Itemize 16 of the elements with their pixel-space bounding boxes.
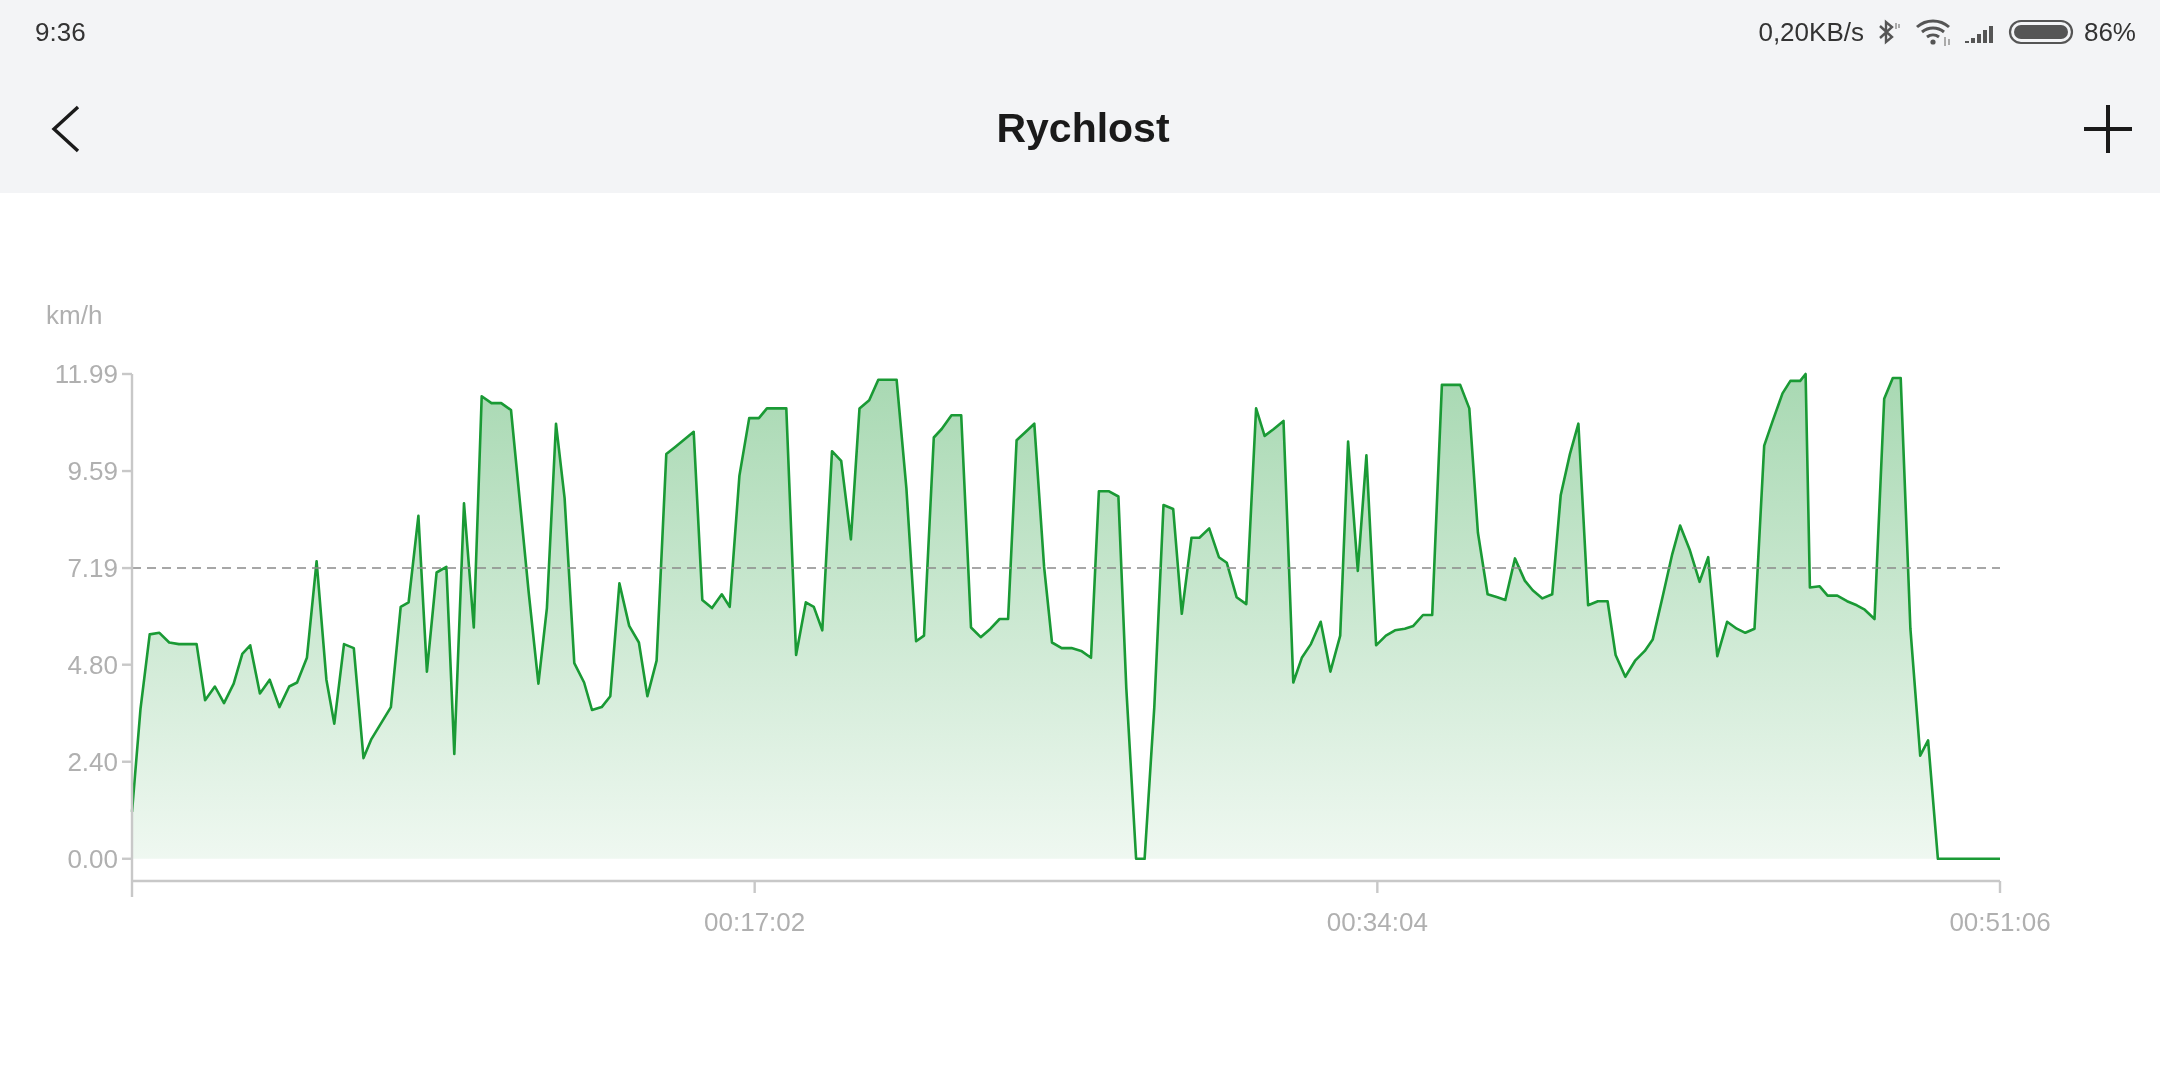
axis-tick-label: 4.80 bbox=[67, 649, 118, 680]
axis-tick-label: 00:51:06 bbox=[1949, 907, 2051, 937]
network-speed: 0,20KB/s bbox=[1758, 16, 1864, 48]
battery-percentage: 86% bbox=[2083, 16, 2136, 48]
axis-tick-label: 7.19 bbox=[67, 553, 118, 584]
battery-icon bbox=[2007, 17, 2074, 47]
status-time: 9:36 bbox=[35, 16, 86, 48]
add-button[interactable] bbox=[2082, 102, 2134, 155]
axis-title: km/h bbox=[46, 300, 103, 330]
axis-tick-label: 00:17:02 bbox=[704, 907, 806, 937]
axis-tick-label: 11.99 bbox=[54, 359, 118, 389]
axis-tick-label: 9.59 bbox=[67, 456, 118, 487]
axis-tick-label: 0.00 bbox=[67, 843, 118, 874]
axis-tick-label: 2.40 bbox=[67, 746, 118, 777]
page-title: Rychlost bbox=[996, 105, 1170, 152]
axis-tick-label: 00:34:04 bbox=[1326, 907, 1428, 937]
